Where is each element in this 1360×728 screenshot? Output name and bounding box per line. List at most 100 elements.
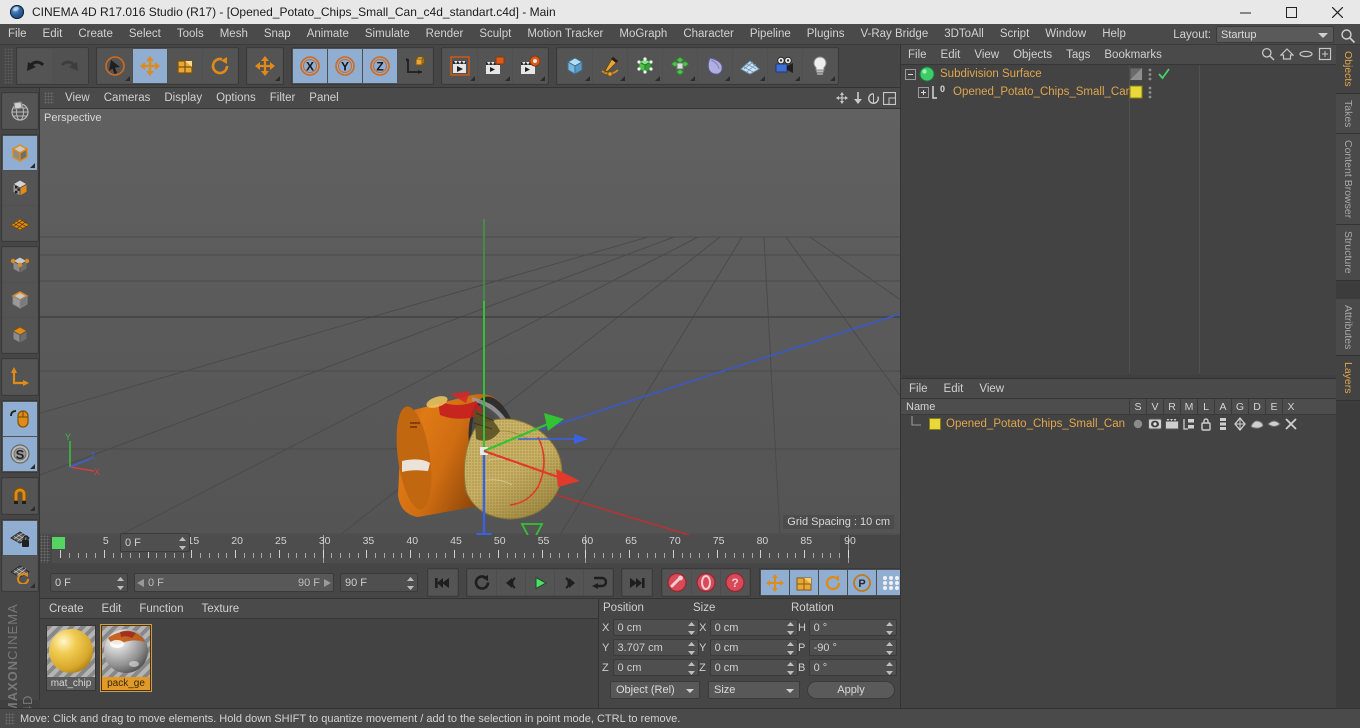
enable-axis-modification-button[interactable]: [2, 402, 37, 436]
menu-item-tools[interactable]: Tools: [169, 24, 212, 45]
menu-item-edit[interactable]: Edit: [35, 24, 71, 45]
menu-item-window[interactable]: Window: [1037, 24, 1094, 45]
deformer-icon[interactable]: [1248, 417, 1265, 431]
apply-button[interactable]: Apply: [807, 680, 895, 699]
fit-icon[interactable]: [1318, 47, 1332, 64]
coord-rotation-field-p[interactable]: -90 °: [808, 639, 898, 656]
undo-button[interactable]: [18, 49, 52, 83]
material-menu-function[interactable]: Function: [130, 603, 192, 615]
layers-menu-file[interactable]: File: [901, 383, 936, 395]
spinner-icon[interactable]: [117, 577, 124, 593]
xref-icon[interactable]: [1282, 417, 1299, 431]
menu-item-render[interactable]: Render: [418, 24, 472, 45]
spinner-icon[interactable]: [787, 622, 795, 638]
right-frame-field[interactable]: 0 F: [120, 533, 190, 552]
close-icon[interactable]: [1314, 0, 1360, 24]
material-item[interactable]: mat_chip: [46, 625, 96, 691]
layout-views-icon[interactable]: [882, 91, 897, 108]
object-row[interactable]: Subdivision Surface: [901, 65, 1336, 83]
menu-item-help[interactable]: Help: [1094, 24, 1134, 45]
material-list[interactable]: mat_chip pack_ge: [40, 619, 598, 709]
viewport-menu-cameras[interactable]: Cameras: [97, 92, 158, 104]
skip-start-icon[interactable]: [429, 570, 457, 595]
home-icon[interactable]: [1279, 47, 1295, 64]
rail-tab-attributes[interactable]: Attributes: [1336, 298, 1360, 357]
object-menu-edit[interactable]: Edit: [934, 49, 968, 61]
return-loop-icon[interactable]: [584, 570, 612, 595]
soft-selection-button[interactable]: S: [2, 437, 37, 471]
preview-range-bar[interactable]: 0 F 90 F: [134, 573, 334, 592]
spinner-icon[interactable]: [886, 622, 894, 638]
pan-view-icon[interactable]: [835, 91, 849, 108]
object-menu-file[interactable]: File: [901, 49, 934, 61]
layout-dropdown[interactable]: Startup: [1216, 26, 1334, 43]
coord-size-field-x[interactable]: 0 cm: [709, 619, 799, 638]
yellow-material-tag-icon[interactable]: [1129, 85, 1143, 99]
key-position-move-icon[interactable]: [761, 570, 789, 595]
snap-toggle-button[interactable]: [2, 479, 37, 513]
material-menu-texture[interactable]: Texture: [192, 603, 248, 615]
play-icon[interactable]: [526, 570, 554, 595]
toolbar-grip[interactable]: [4, 48, 13, 84]
animation-icon[interactable]: [1214, 417, 1231, 431]
lock-icon[interactable]: [1197, 417, 1214, 431]
coord-position-field-x[interactable]: 0 cm: [612, 619, 700, 636]
menu-item-v-ray-bridge[interactable]: V-Ray Bridge: [852, 24, 936, 45]
rotate-button[interactable]: [203, 49, 237, 83]
skip-end-icon[interactable]: [623, 570, 651, 595]
render-to-picture-viewer-button[interactable]: [478, 49, 512, 83]
move-button[interactable]: [133, 49, 167, 83]
search-icon[interactable]: [1340, 28, 1356, 44]
menu-item-motion-tracker[interactable]: Motion Tracker: [519, 24, 611, 45]
record-key-icon[interactable]: [663, 570, 691, 595]
menu-item-simulate[interactable]: Simulate: [357, 24, 418, 45]
spinner-icon[interactable]: [407, 577, 414, 593]
add-scene-floor-button[interactable]: [733, 49, 767, 83]
render-clapper-icon[interactable]: [1163, 417, 1180, 431]
spinner-icon[interactable]: [787, 642, 795, 658]
coord-rotation-field-b[interactable]: 0 °: [808, 659, 898, 676]
lock-z-button[interactable]: Z: [363, 49, 397, 83]
scale-button[interactable]: [168, 49, 202, 83]
coord-size-field-z[interactable]: 0 cm: [709, 659, 799, 678]
rotate-view-icon[interactable]: [867, 92, 880, 108]
add-cube-button[interactable]: [558, 49, 592, 83]
step-back-icon[interactable]: [497, 570, 525, 595]
menu-item-create[interactable]: Create: [70, 24, 121, 45]
object-menu-view[interactable]: View: [967, 49, 1006, 61]
layers-menu-edit[interactable]: Edit: [936, 383, 972, 395]
dynamic-place-button[interactable]: [248, 49, 282, 83]
polygon-mode-button[interactable]: [2, 318, 37, 352]
menu-item-sculpt[interactable]: Sculpt: [471, 24, 519, 45]
check-icon[interactable]: [1157, 67, 1171, 81]
timeline-grip[interactable]: [40, 535, 50, 563]
viewport-menu-panel[interactable]: Panel: [302, 92, 345, 104]
visible-eye-icon[interactable]: [1146, 417, 1163, 431]
spinner-icon[interactable]: [787, 662, 795, 678]
coord-mode-dropdown[interactable]: Object (Rel): [610, 680, 700, 699]
workplane-mode-button[interactable]: [2, 206, 37, 240]
expand-plus-icon[interactable]: [918, 86, 931, 98]
model-mode-button[interactable]: [2, 136, 37, 170]
coord-size-dropdown[interactable]: Size: [708, 680, 800, 699]
hidden-tag-icon[interactable]: [1129, 67, 1143, 81]
menu-item-character[interactable]: Character: [675, 24, 742, 45]
lock-workplane-button[interactable]: [2, 521, 37, 555]
viewport-3d-canvas[interactable]: Perspective Grid Spacing : 10 cm Y X Z: [40, 109, 900, 535]
planar-workplane-button[interactable]: [2, 556, 37, 590]
add-light-button[interactable]: [803, 49, 837, 83]
expression-icon[interactable]: [1265, 417, 1282, 431]
coord-position-field-y[interactable]: 3.707 cm: [612, 639, 700, 656]
dots-icon[interactable]: [1147, 67, 1153, 81]
rail-tab-structure[interactable]: Structure: [1336, 225, 1360, 281]
key-rotation-icon[interactable]: [819, 570, 847, 595]
menu-item-mograph[interactable]: MoGraph: [611, 24, 675, 45]
dolly-view-icon[interactable]: [852, 91, 864, 108]
material-menu-edit[interactable]: Edit: [93, 603, 131, 615]
menu-item-plugins[interactable]: Plugins: [799, 24, 853, 45]
add-array-button[interactable]: [663, 49, 697, 83]
lock-y-button[interactable]: Y: [328, 49, 362, 83]
end-frame-field[interactable]: 90 F: [340, 573, 418, 592]
current-frame-marker[interactable]: [52, 537, 65, 549]
viewport-menu-filter[interactable]: Filter: [263, 92, 303, 104]
